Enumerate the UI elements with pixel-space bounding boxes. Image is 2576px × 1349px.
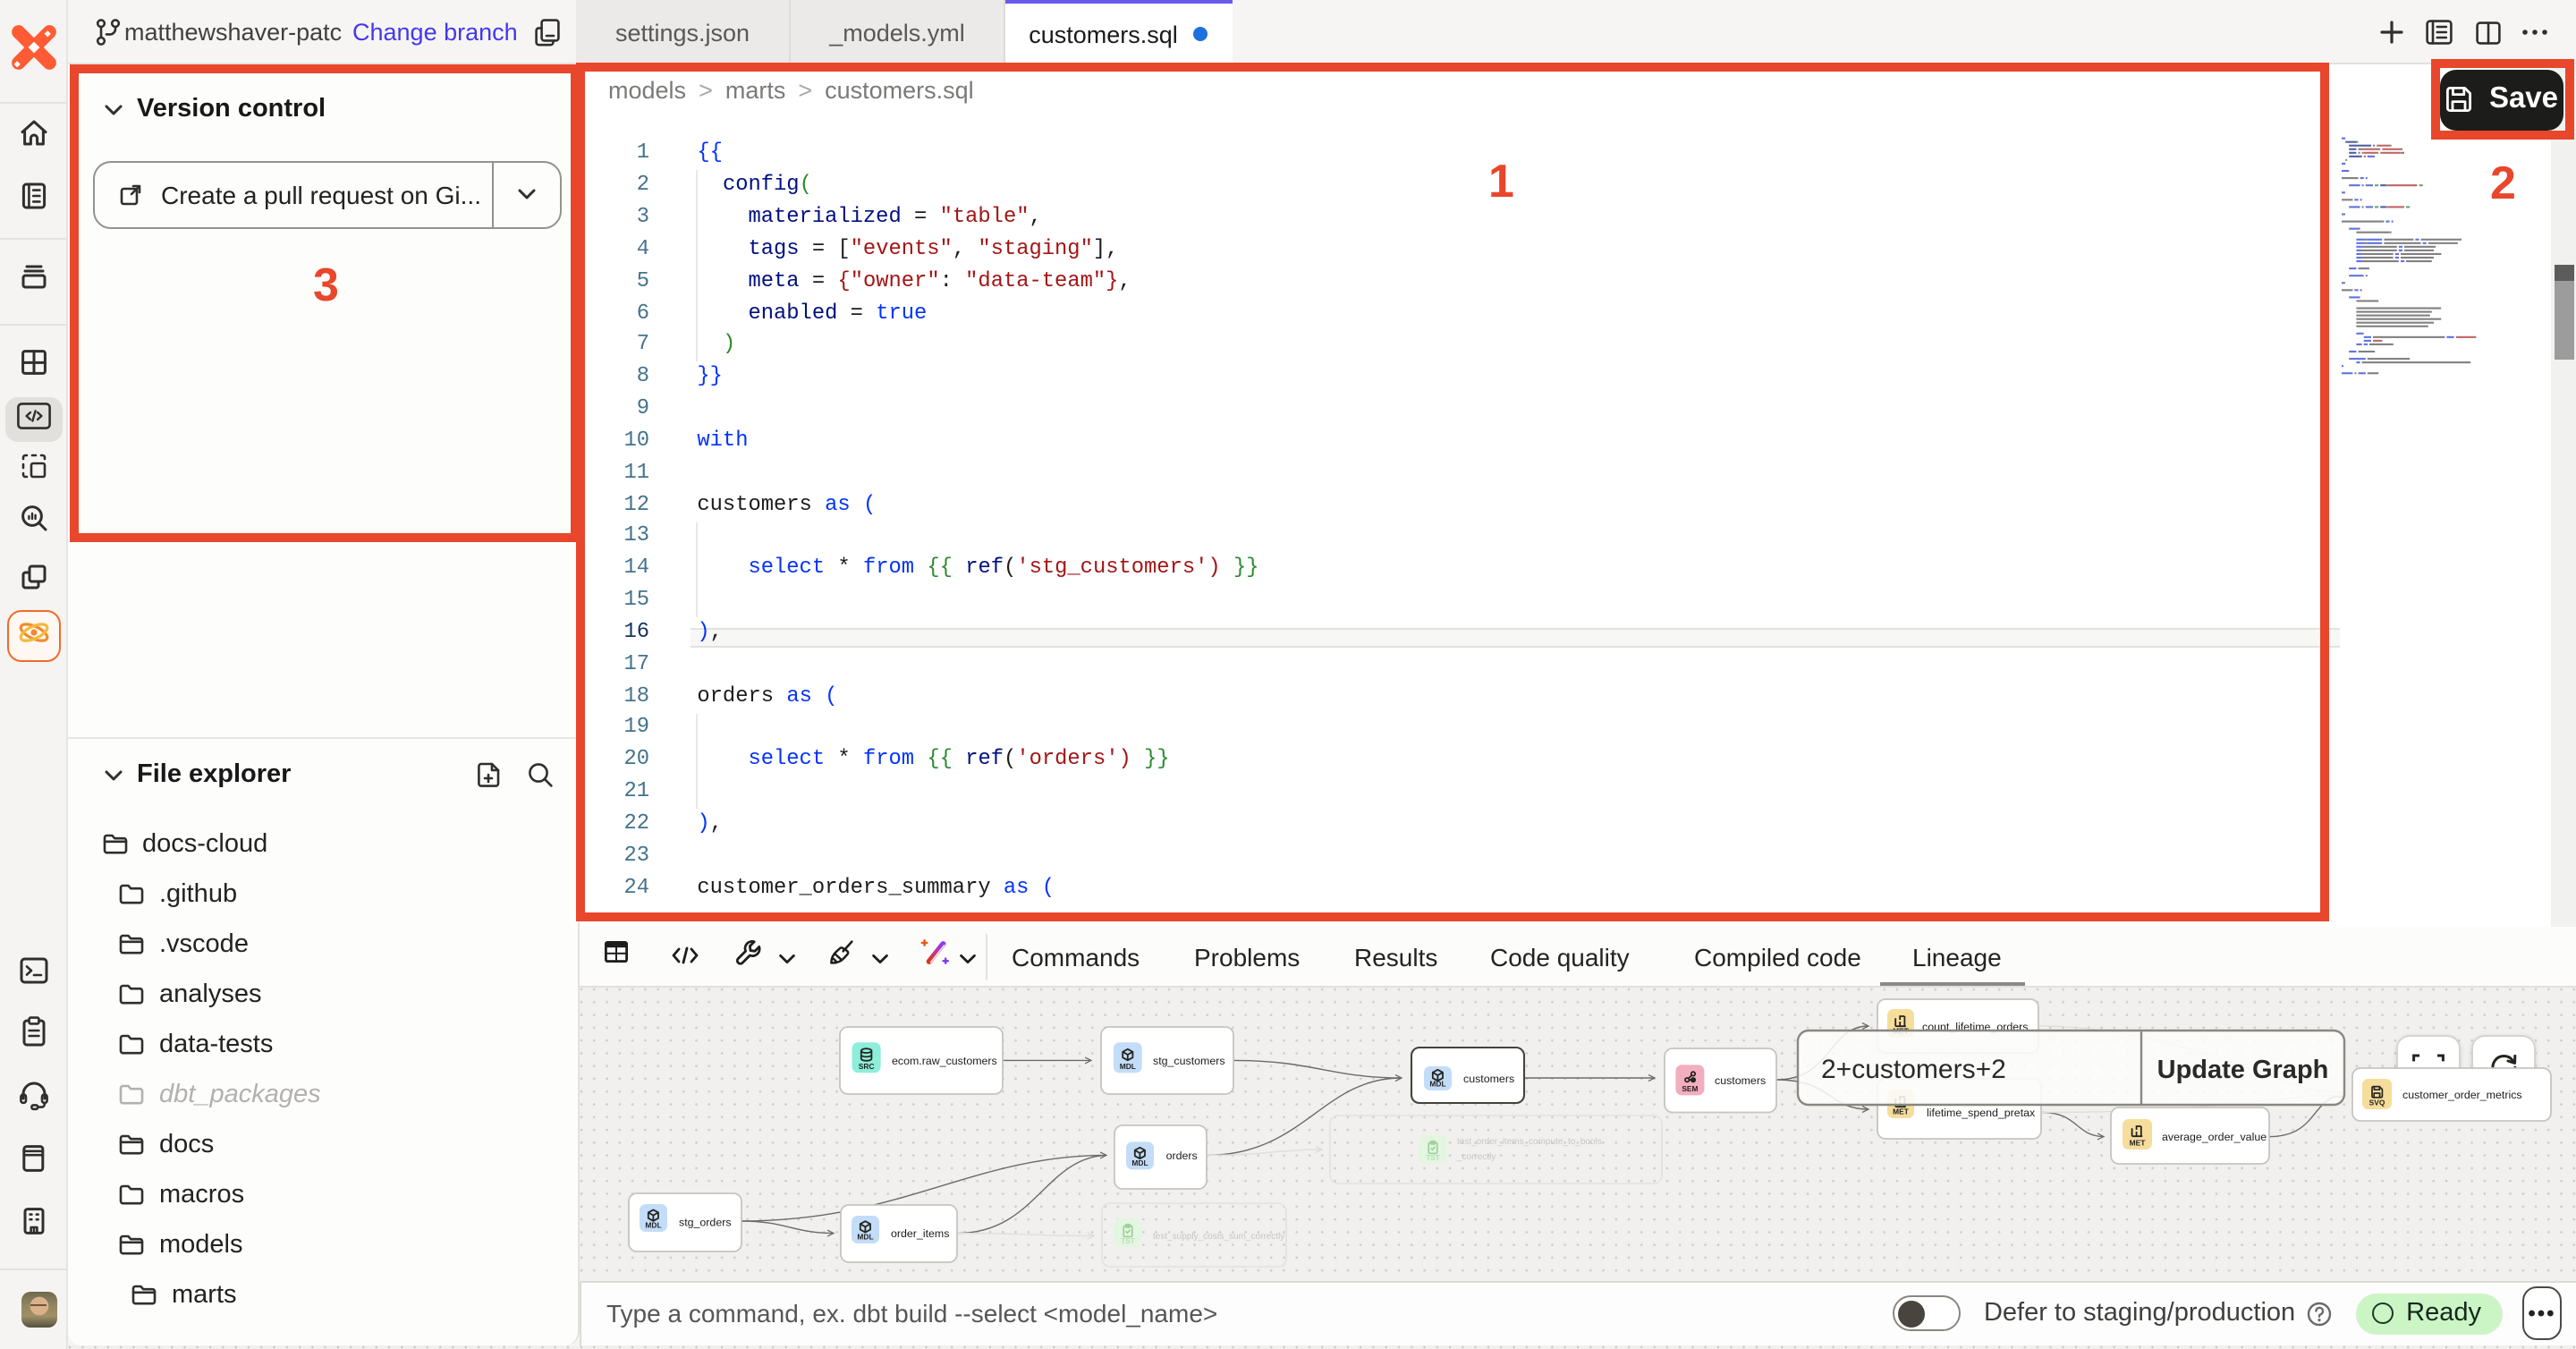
svg-text:MDL: MDL [1429,1079,1445,1088]
svg-text:customers: customers [1715,1073,1766,1086]
svg-text:order_items: order_items [891,1226,949,1239]
svg-text:MDL: MDL [645,1220,661,1229]
svg-text:SEM: SEM [1682,1083,1698,1092]
svg-text:MET: MET [1893,1107,1910,1116]
svg-text:TST: TST [1121,1235,1136,1244]
svg-text:ecom.raw_customers: ecom.raw_customers [892,1054,997,1066]
svg-text:customer_order_metrics: customer_order_metrics [2402,1088,2522,1100]
svg-text:_correctly: _correctly [1456,1151,1496,1161]
svg-text:test_supply_costs_sum_correctl: test_supply_costs_sum_correctly [1153,1231,1284,1241]
svg-text:stg_orders: stg_orders [679,1216,732,1228]
svg-text:SVQ: SVQ [2369,1098,2385,1107]
svg-text:2+customers+2: 2+customers+2 [1821,1054,2006,1083]
svg-text:MET: MET [2130,1138,2147,1147]
svg-text:test_order_items_compute_to_bo: test_order_items_compute_to_bools [1457,1136,1602,1146]
svg-text:orders: orders [1166,1149,1198,1161]
svg-text:Update Graph: Update Graph [2157,1055,2329,1083]
svg-text:stg_customers: stg_customers [1153,1054,1225,1066]
svg-text:MDL: MDL [857,1232,873,1241]
svg-text:lifetime_spend_pretax: lifetime_spend_pretax [1927,1106,2036,1118]
svg-text:SRC: SRC [859,1061,875,1070]
svg-text:MDL: MDL [1120,1061,1136,1070]
svg-text:average_order_value: average_order_value [2162,1130,2267,1142]
svg-text:MDL: MDL [1131,1158,1148,1167]
svg-text:customers: customers [1463,1072,1514,1084]
svg-text:TST: TST [1426,1152,1441,1161]
